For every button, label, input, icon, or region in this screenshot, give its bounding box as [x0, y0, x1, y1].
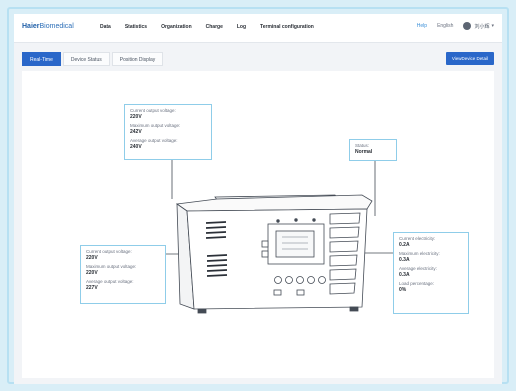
panel-status: Status: Normal — [349, 139, 397, 161]
maximum-output-voltage-value: 220V — [86, 270, 98, 276]
average-output-voltage-value: 240V — [130, 144, 142, 150]
chevron-down-icon[interactable]: ▾ — [491, 23, 494, 29]
nav-item-log[interactable]: Log — [237, 24, 246, 30]
tab-bar: Real-Time Device Status Position Display — [22, 52, 165, 66]
brand-logo-bold: Haier — [22, 23, 40, 30]
device-top-face — [175, 194, 373, 212]
nav-item-terminal-configuration[interactable]: Terminal configuration — [260, 24, 314, 30]
tab-real-time[interactable]: Real-Time — [22, 52, 61, 66]
language-switch[interactable]: English — [437, 23, 453, 29]
load-percentage-value: 0% — [399, 287, 407, 293]
app-window: HaierBiomedical Data Statistics Organiza… — [14, 14, 502, 384]
tab-device-status[interactable]: Device Status — [62, 52, 110, 66]
maximum-output-voltage-value: 242V — [130, 129, 142, 135]
user-name[interactable]: 刘小辉 — [474, 23, 489, 30]
nav-item-statistics[interactable]: Statistics — [125, 24, 147, 30]
header-right: Help English 刘小辉 ▾ — [417, 22, 494, 30]
nav-item-data[interactable]: Data — [100, 24, 111, 30]
maximum-electricity-value: 0.3A — [399, 257, 410, 263]
device-foot — [197, 308, 207, 314]
nav-item-charge[interactable]: Charge — [206, 24, 223, 30]
current-output-voltage-value: 220V — [86, 255, 98, 261]
help-link[interactable]: Help — [417, 23, 427, 29]
brand-logo-light: Biomedical — [39, 23, 74, 30]
view-device-detail-button[interactable]: ViewDevice Detail — [445, 52, 494, 65]
panel-top-output-voltage: Current output voltage: 220V Maximum out… — [124, 104, 212, 160]
avatar[interactable] — [463, 22, 472, 30]
realtime-content-area: Current output voltage: 220V Maximum out… — [22, 71, 494, 378]
current-output-voltage-value: 220V — [130, 114, 142, 120]
device-foot — [349, 306, 359, 312]
panel-electricity: Current electricity: 0.2A Maximum electr… — [393, 232, 469, 314]
device-display-screen — [275, 230, 315, 258]
status-value: Normal — [355, 149, 373, 155]
panel-left-output-voltage: Current output voltage: 220V Maximum out… — [80, 245, 166, 304]
average-output-voltage-value: 227V — [86, 285, 98, 291]
stabilizer-device-illustration — [165, 159, 394, 314]
top-navigation-bar: HaierBiomedical Data Statistics Organiza… — [14, 14, 502, 43]
tab-position-display[interactable]: Position Display — [111, 52, 164, 66]
current-electricity-value: 0.2A — [399, 242, 410, 248]
average-electricity-value: 0.3A — [399, 272, 410, 278]
brand-logo[interactable]: HaierBiomedical — [22, 23, 74, 30]
nav-item-organization[interactable]: Organization — [161, 24, 192, 30]
main-nav: Data Statistics Organization Charge Log … — [100, 24, 328, 30]
